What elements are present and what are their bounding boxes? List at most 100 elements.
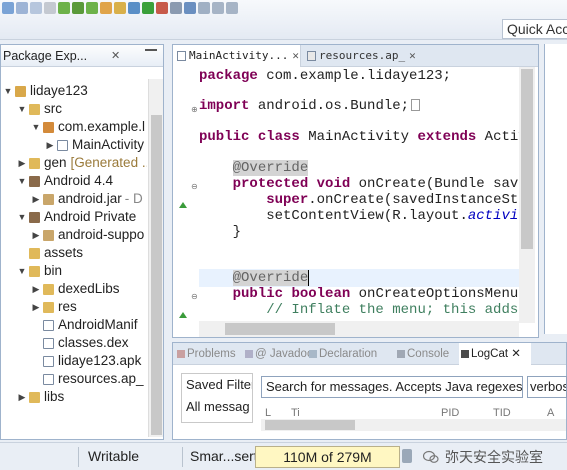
tab-javadoc[interactable]: @ Javadoc — [243, 343, 313, 365]
tree-item-src[interactable]: ▼ src — [17, 100, 62, 118]
log-level-select[interactable]: verbos — [527, 376, 567, 398]
tab-declaration[interactable]: Declaration — [307, 343, 393, 365]
field-reference: activit — [467, 208, 519, 224]
back-icon[interactable] — [212, 2, 224, 14]
column-pid[interactable]: PID — [441, 407, 459, 419]
chevron-down-icon[interactable]: ▼ — [17, 100, 27, 118]
tree-item-android-private[interactable]: ▼ Android Private — [17, 208, 137, 226]
folder-icon — [43, 283, 54, 295]
new-icon[interactable] — [2, 2, 14, 14]
chevron-right-icon[interactable]: ▶ — [31, 298, 41, 316]
quick-access-input[interactable]: Quick Acce — [502, 19, 567, 39]
collapsed-block-icon[interactable] — [411, 99, 421, 112]
tree-item-apk[interactable]: lidaye123.apk — [31, 352, 141, 370]
minimize-icon[interactable] — [145, 49, 157, 51]
chevron-down-icon[interactable]: ▼ — [3, 82, 13, 100]
tree-item-android-support[interactable]: ▶ android-suppo — [31, 226, 145, 244]
tree-item-android-jar[interactable]: ▶ android.jar - D — [31, 190, 143, 208]
tree-item-main-activity[interactable]: ▶ MainActivity — [45, 136, 144, 154]
tab-logcat[interactable]: LogCat ✕ — [459, 343, 531, 365]
tree-item-android-44[interactable]: ▼ Android 4.4 — [17, 172, 114, 190]
chevron-right-icon[interactable]: ▶ — [17, 154, 27, 172]
tree-vertical-scrollbar[interactable] — [148, 79, 163, 437]
keyword: import — [199, 98, 250, 114]
chevron-down-icon[interactable]: ▼ — [17, 172, 27, 190]
filter-all-messages[interactable]: All messag — [186, 396, 252, 418]
chevron-down-icon[interactable]: ▼ — [17, 208, 27, 226]
fold-icon[interactable]: ⊕ — [191, 105, 198, 114]
saved-filters-list[interactable]: Saved Filter All messag — [181, 373, 253, 423]
scrollbar-thumb[interactable] — [521, 69, 533, 249]
scrollbar-thumb[interactable] — [225, 323, 335, 335]
save-all-icon[interactable] — [30, 2, 42, 14]
tree-item-classes-dex[interactable]: classes.dex — [31, 334, 129, 352]
lint-icon[interactable] — [86, 2, 98, 14]
close-icon[interactable]: ✕ — [511, 348, 521, 360]
avd-manager-icon[interactable] — [72, 2, 84, 14]
chevron-right-icon[interactable]: ▶ — [17, 388, 27, 406]
jar-icon — [43, 229, 54, 241]
tree-item-assets[interactable]: assets — [17, 244, 83, 262]
search-input[interactable]: Search for messages. Accepts Java regexe… — [261, 376, 523, 398]
column-tid[interactable]: TID — [493, 407, 511, 419]
tree-item-res[interactable]: ▶ res — [31, 298, 77, 316]
forward-icon[interactable] — [226, 2, 238, 14]
column-time[interactable]: Ti — [291, 407, 300, 419]
tree-item-gen[interactable]: ▶ gen [Generated ... — [17, 154, 147, 172]
jar-icon — [43, 193, 54, 205]
code-editor: MainActivity... ✕ resources.ap_ ✕ ⊕ ⊖ ⊖ pa… — [172, 44, 539, 338]
heap-status[interactable]: 110M of 279M — [255, 446, 400, 468]
save-icon[interactable] — [16, 2, 28, 14]
file-icon — [43, 355, 54, 367]
editor-vertical-scrollbar[interactable] — [519, 67, 535, 323]
close-icon[interactable]: ✕ — [409, 49, 416, 62]
tree-item-package[interactable]: ▼ com.example.l — [31, 118, 146, 136]
debug-icon[interactable] — [128, 2, 140, 14]
garbage-collect-icon[interactable] — [402, 449, 412, 463]
scrollbar-thumb[interactable] — [151, 115, 162, 435]
scrollbar-thumb[interactable] — [265, 420, 355, 430]
code-line: import android.os.Bundle; — [199, 97, 421, 115]
fold-icon[interactable]: ⊖ — [191, 292, 198, 301]
tree-item-libs[interactable]: ▶ libs — [17, 388, 65, 406]
tree-item-dexedlibs[interactable]: ▶ dexedLibs — [31, 280, 120, 298]
tab-main-activity[interactable]: MainActivity... ✕ — [173, 45, 301, 67]
next-annotation-icon[interactable] — [198, 2, 210, 14]
tree-item-project[interactable]: ▼ lidaye123 — [3, 82, 88, 100]
logcat-horizontal-scrollbar[interactable] — [261, 419, 566, 431]
column-level[interactable]: L — [265, 407, 271, 419]
tree-label: bin — [44, 263, 63, 278]
android-sdk-icon[interactable] — [58, 2, 70, 14]
tree-item-manifest[interactable]: AndroidManif — [31, 316, 138, 334]
search-icon[interactable] — [170, 2, 182, 14]
run-icon[interactable] — [142, 2, 154, 14]
tree-label: dexedLibs — [58, 281, 120, 296]
file-icon — [307, 51, 316, 61]
chevron-down-icon[interactable]: ▼ — [31, 118, 41, 136]
new-project-icon[interactable] — [100, 2, 112, 14]
chevron-right-icon[interactable]: ▶ — [31, 226, 41, 244]
tab-label: LogCat — [471, 348, 509, 360]
chevron-right-icon[interactable]: ▶ — [31, 190, 41, 208]
chevron-right-icon[interactable]: ▶ — [31, 280, 41, 298]
open-type-icon[interactable] — [184, 2, 196, 14]
tab-label: @ Javadoc — [255, 348, 313, 360]
fold-icon[interactable]: ⊖ — [191, 182, 198, 191]
external-tools-icon[interactable] — [156, 2, 168, 14]
tab-problems[interactable]: Problems — [175, 343, 241, 365]
print-icon[interactable] — [44, 2, 56, 14]
close-icon[interactable]: ✕ — [111, 45, 120, 67]
build-icon[interactable] — [114, 2, 126, 14]
tab-package-explorer[interactable]: Package Exp... ✕ — [1, 45, 163, 67]
tab-resources-ap[interactable]: resources.ap_ ✕ — [303, 45, 416, 67]
chevron-right-icon[interactable]: ▶ — [45, 136, 55, 154]
divider — [78, 447, 79, 467]
close-icon[interactable]: ✕ — [292, 49, 299, 62]
editor-horizontal-scrollbar[interactable] — [199, 321, 519, 337]
tab-console[interactable]: Console — [395, 343, 457, 365]
tree-item-bin[interactable]: ▼ bin — [17, 262, 62, 280]
column-app[interactable]: A — [547, 407, 554, 419]
chevron-down-icon[interactable]: ▼ — [17, 262, 27, 280]
code-area[interactable]: package com.example.lidaye123; import an… — [199, 67, 519, 325]
tree-item-resources-ap[interactable]: resources.ap_ — [31, 370, 144, 388]
